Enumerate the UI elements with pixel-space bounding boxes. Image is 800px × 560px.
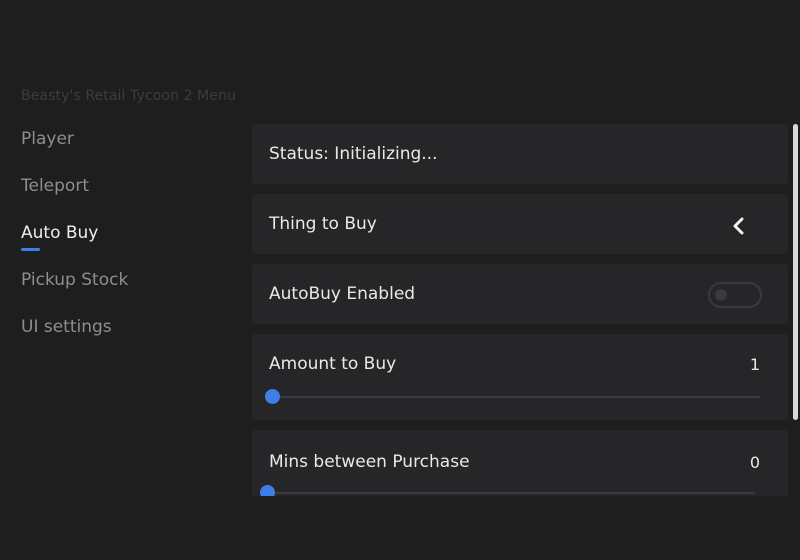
- sidebar-item-ui-settings[interactable]: UI settings: [21, 317, 112, 337]
- chevron-left-icon[interactable]: [728, 215, 750, 237]
- menu-window: Beasty's Retail Tycoon 2 Menu Player Tel…: [0, 0, 800, 560]
- autobuy-enabled-row: AutoBuy Enabled: [252, 264, 788, 324]
- autobuy-panel: Status: Initializing... Thing to Buy Aut…: [252, 124, 788, 496]
- thing-to-buy-dropdown[interactable]: Thing to Buy: [252, 194, 788, 254]
- mins-between-purchase-label: Mins between Purchase: [269, 452, 470, 472]
- mins-between-purchase-slider-thumb[interactable]: [260, 485, 275, 496]
- sidebar-item-teleport[interactable]: Teleport: [21, 176, 89, 196]
- sidebar: Player Teleport Auto Buy Pickup Stock UI…: [0, 0, 240, 560]
- amount-to-buy-slider[interactable]: [265, 389, 760, 404]
- mins-between-purchase-value: 0: [749, 453, 760, 472]
- scrollbar[interactable]: [793, 124, 798, 420]
- mins-between-purchase-row: Mins between Purchase 0: [252, 430, 788, 496]
- status-label: Status: Initializing...: [269, 144, 438, 164]
- amount-to-buy-value: 1: [749, 355, 760, 374]
- status-row: Status: Initializing...: [252, 124, 788, 184]
- mins-between-purchase-slider[interactable]: [260, 485, 755, 496]
- sidebar-item-pickup-stock[interactable]: Pickup Stock: [21, 270, 128, 290]
- amount-to-buy-slider-thumb[interactable]: [265, 389, 280, 404]
- amount-to-buy-row: Amount to Buy 1: [252, 334, 788, 420]
- sidebar-item-player[interactable]: Player: [21, 129, 74, 149]
- active-tab-indicator: [21, 248, 40, 251]
- autobuy-enabled-toggle[interactable]: [708, 282, 762, 308]
- toggle-knob: [715, 289, 727, 301]
- sidebar-item-auto-buy[interactable]: Auto Buy: [21, 223, 98, 243]
- autobuy-enabled-label: AutoBuy Enabled: [269, 284, 416, 304]
- amount-to-buy-label: Amount to Buy: [269, 354, 397, 374]
- thing-to-buy-label: Thing to Buy: [269, 214, 377, 234]
